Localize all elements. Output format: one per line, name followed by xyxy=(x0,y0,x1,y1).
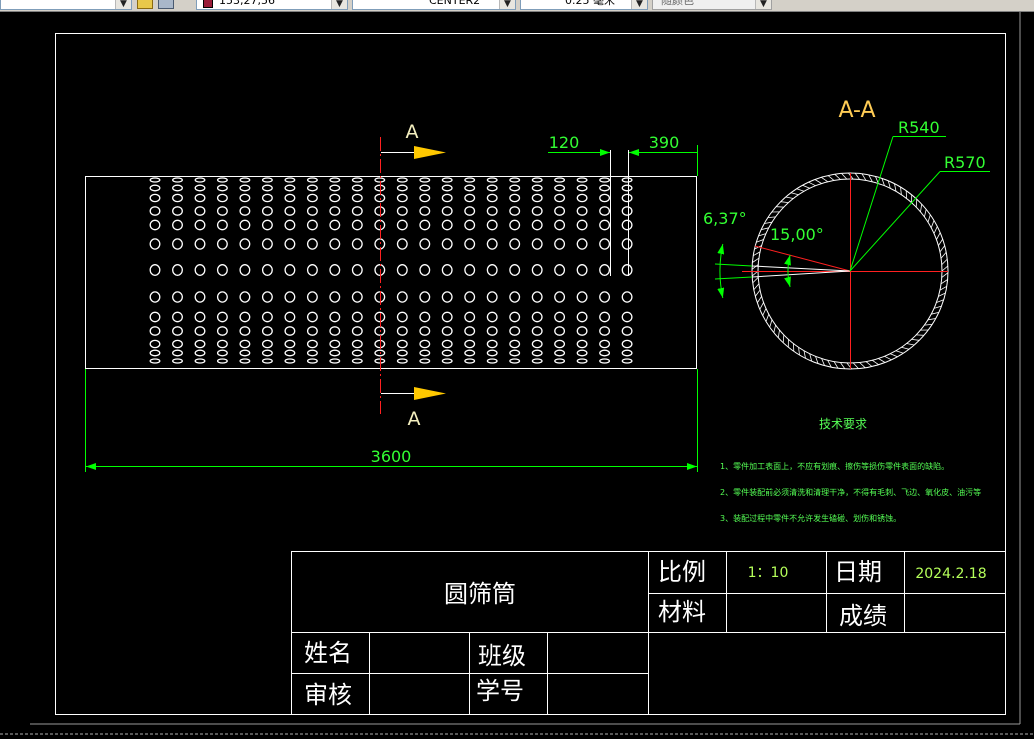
color-swatch xyxy=(203,0,213,8)
dimension-text-3600: 3600 xyxy=(371,447,412,466)
chevron-down-icon[interactable]: ▼ xyxy=(115,0,131,9)
lineweight-dropdown-value: 0.25 毫米 xyxy=(565,0,615,7)
tech-requirement-item: 3、装配过程中零件不允许发生磕碰、划伤和锈蚀。 xyxy=(720,513,901,523)
radius-text-outer: R570 xyxy=(944,153,986,172)
chevron-down-icon[interactable]: ▼ xyxy=(331,0,347,9)
section-label-bottom: A xyxy=(408,408,421,430)
tech-requirement-item: 2、零件装配前必须清洗和清理干净，不得有毛刺、飞边、氧化皮、油污等 xyxy=(720,487,981,497)
linetype-dropdown[interactable]: CENTER2 ▼ xyxy=(352,0,516,10)
grade-label: 成绩 xyxy=(839,602,887,630)
layer-previous-icon[interactable] xyxy=(158,0,174,9)
date-label: 日期 xyxy=(834,558,882,586)
layer-dropdown[interactable]: ▼ xyxy=(0,0,132,10)
section-label-top: A xyxy=(406,121,419,143)
dimension-text-120: 120 xyxy=(549,133,580,152)
angle-text-large: 15,00° xyxy=(770,225,824,244)
tech-requirement-item: 1、零件加工表面上，不应有划痕、擦伤等损伤零件表面的缺陷。 xyxy=(720,461,949,471)
student-id-label: 学号 xyxy=(476,677,524,705)
plotstyle-dropdown-value: 随颜色 xyxy=(661,0,694,7)
chevron-down-icon[interactable]: ▼ xyxy=(755,0,771,9)
name-label: 姓名 xyxy=(304,639,352,667)
layer-state-icon[interactable] xyxy=(137,0,153,9)
color-dropdown[interactable]: 153,27,56 ▼ xyxy=(196,0,348,10)
reviewer-label: 审核 xyxy=(304,681,352,709)
tech-requirements-heading: 技术要求 xyxy=(819,417,867,431)
radius-text-inner: R540 xyxy=(898,118,940,137)
scale-label: 比例 xyxy=(658,558,706,586)
section-view-title: A-A xyxy=(838,98,875,123)
angle-text-small: 6,37° xyxy=(703,209,747,228)
color-dropdown-value: 153,27,56 xyxy=(219,0,275,7)
material-label: 材料 xyxy=(658,598,706,626)
class-label: 班级 xyxy=(478,642,526,670)
dimension-text-390: 390 xyxy=(649,133,680,152)
properties-toolbar: ▼ 153,27,56 ▼ CENTER2 ▼ 0.25 毫米 ▼ 随颜色 ▼ xyxy=(0,0,1034,12)
scale-value: 1：10 xyxy=(748,565,789,581)
plotstyle-dropdown[interactable]: 随颜色 ▼ xyxy=(652,0,772,10)
chevron-down-icon[interactable]: ▼ xyxy=(631,0,647,9)
lineweight-dropdown[interactable]: 0.25 毫米 ▼ xyxy=(520,0,648,10)
linetype-dropdown-value: CENTER2 xyxy=(429,0,481,7)
part-name: 圆筛筒 xyxy=(444,580,516,608)
date-value: 2024.2.18 xyxy=(915,566,986,582)
chevron-down-icon[interactable]: ▼ xyxy=(499,0,515,9)
drawing-canvas[interactable]: A A 120 390 3600 A-A R540 R570 15,00° 6,… xyxy=(0,0,1034,739)
